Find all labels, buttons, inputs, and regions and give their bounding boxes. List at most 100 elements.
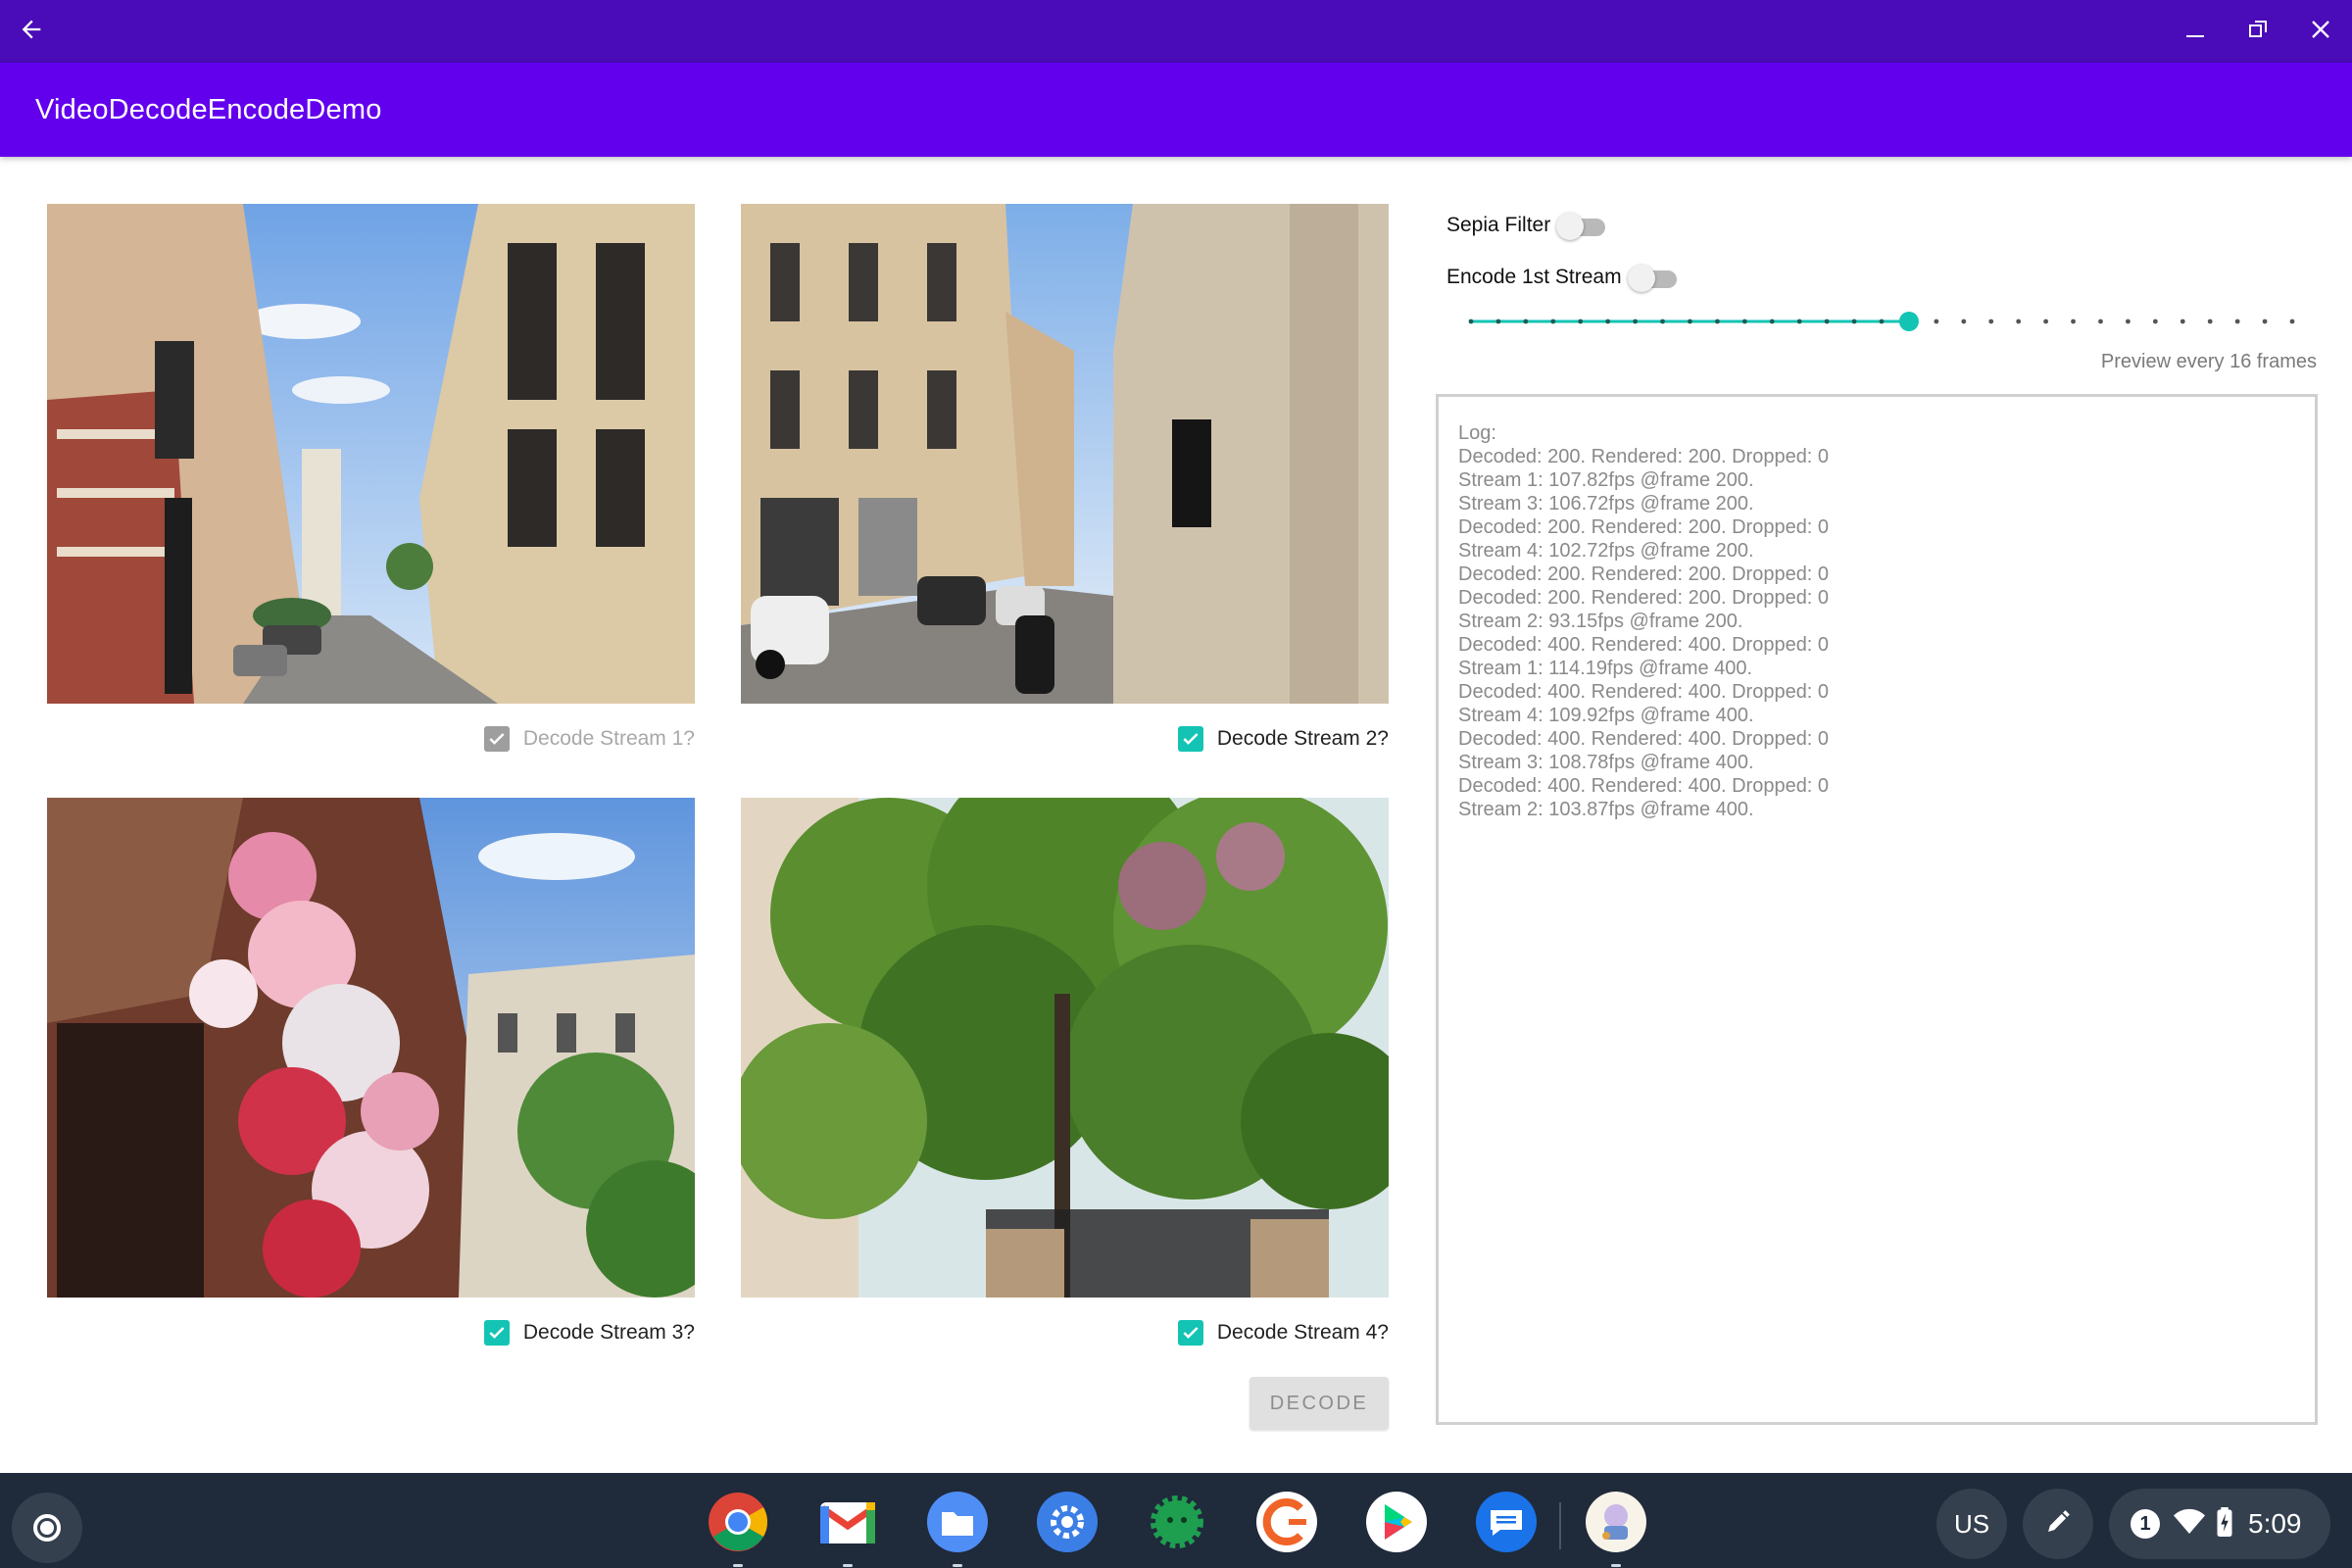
slider-tick <box>2289 318 2295 324</box>
notification-count-icon: 1 <box>2131 1509 2160 1539</box>
slider-tick <box>2234 318 2240 324</box>
slider-tick <box>2180 318 2185 324</box>
slider-tick <box>1796 318 1802 324</box>
log-line: Decoded: 200. Rendered: 200. Dropped: 0 <box>1458 587 1830 609</box>
slider-tick <box>1688 318 1692 324</box>
close-icon <box>2309 18 2332 46</box>
files-app[interactable] <box>924 1491 991 1567</box>
back-button[interactable] <box>0 0 63 63</box>
status-area-button[interactable]: 1 5:09 <box>2109 1489 2330 1559</box>
slider-tick <box>1633 318 1638 324</box>
encode-first-stream-label: Encode 1st Stream <box>1446 266 1622 288</box>
checkbox-checked-icon <box>483 1320 510 1346</box>
slider-tick <box>2152 318 2158 324</box>
switch-thumb <box>1627 265 1655 292</box>
slider-tick <box>1578 318 1584 324</box>
log-line: Decoded: 400. Rendered: 400. Dropped: 0 <box>1458 681 1830 703</box>
log-line: Decoded: 400. Rendered: 400. Dropped: 0 <box>1458 634 1830 656</box>
log-line: Log: <box>1458 422 1496 444</box>
slider-tick <box>1988 318 1994 324</box>
slider-track <box>1468 312 2295 331</box>
app-title: VideoDecodeEncodeDemo <box>35 94 382 125</box>
feedback-app[interactable] <box>1253 1491 1320 1557</box>
stylus-pen-icon <box>2043 1507 2073 1542</box>
slider-tick <box>2098 318 2103 324</box>
minimize-icon <box>2183 18 2207 46</box>
log-line: Stream 2: 93.15fps @frame 200. <box>1458 611 1743 632</box>
restore-button[interactable] <box>2227 0 2289 63</box>
ime-label: US <box>1953 1508 1990 1539</box>
android-app[interactable] <box>1144 1491 1210 1557</box>
running-indicator <box>953 1564 962 1567</box>
clock-time: 5:09 <box>2248 1508 2302 1539</box>
slider-tick <box>2126 318 2131 324</box>
chrome-app[interactable] <box>705 1491 771 1567</box>
gmail-icon <box>816 1491 879 1558</box>
messages-app[interactable] <box>1473 1491 1540 1557</box>
close-button[interactable] <box>2289 0 2352 63</box>
log-line: Stream 2: 103.87fps @frame 400. <box>1458 799 1754 820</box>
video-demo-app[interactable] <box>1583 1491 1649 1567</box>
launcher-button[interactable] <box>12 1493 82 1563</box>
log-panel: Log: Decoded: 200. Rendered: 200. Dropped… <box>1436 394 2318 1425</box>
video-surface-3 <box>47 798 695 1298</box>
log-line: Decoded: 400. Rendered: 400. Dropped: 0 <box>1458 728 1830 750</box>
android-app-icon <box>1146 1491 1208 1558</box>
gmail-app[interactable] <box>814 1491 881 1567</box>
slider-tick <box>1934 318 1939 324</box>
slider-tick <box>1660 318 1665 324</box>
video-surface-1 <box>47 204 695 704</box>
play-store-icon <box>1365 1491 1428 1558</box>
slider-tick <box>1468 318 1474 324</box>
encode-first-stream-switch[interactable] <box>1627 263 1679 292</box>
decode-stream-2-label: Decode Stream 2? <box>1216 727 1389 750</box>
decode-stream-4-checkbox[interactable]: Decode Stream 4? <box>1163 1315 1389 1350</box>
decode-stream-2-checkbox[interactable]: Decode Stream 2? <box>1163 721 1389 757</box>
running-indicator <box>1611 1564 1621 1567</box>
settings-icon <box>1036 1491 1099 1558</box>
slider-tick <box>1851 318 1857 324</box>
slider-tick <box>1715 318 1720 324</box>
log-line: Stream 1: 107.82fps @frame 200. <box>1458 469 1754 491</box>
settings-app[interactable] <box>1034 1491 1101 1557</box>
log-line: Stream 4: 109.92fps @frame 400. <box>1458 705 1754 726</box>
slider-tick <box>2207 318 2213 324</box>
sepia-filter-label: Sepia Filter <box>1446 214 1551 236</box>
slider-tick <box>1523 318 1529 324</box>
preview-interval-text: Preview every 16 frames <box>2100 351 2317 372</box>
log-line: Stream 1: 114.19fps @frame 400. <box>1458 658 1753 679</box>
slider-tick <box>1769 318 1775 324</box>
checkbox-checked-icon <box>1177 726 1203 752</box>
log-line: Decoded: 200. Rendered: 200. Dropped: 0 <box>1458 564 1830 585</box>
play-store-app[interactable] <box>1363 1491 1430 1557</box>
system-shelf: US 1 5:09 <box>0 1473 2352 1568</box>
minimize-button[interactable] <box>2164 0 2227 63</box>
decode-stream-3-checkbox[interactable]: Decode Stream 3? <box>470 1315 695 1350</box>
preview-interval-slider[interactable] <box>1467 304 2296 339</box>
decode-stream-1-label: Decode Stream 1? <box>522 727 695 750</box>
slider-tick <box>1741 318 1747 324</box>
sepia-filter-switch[interactable] <box>1556 211 1607 240</box>
stylus-tools-button[interactable] <box>2023 1489 2093 1559</box>
running-indicator <box>733 1564 743 1567</box>
slider-tick <box>1824 318 1830 324</box>
chrome-icon <box>707 1491 769 1558</box>
slider-tick <box>2016 318 2022 324</box>
checkbox-checked-icon <box>1177 1320 1203 1346</box>
log-line: Decoded: 200. Rendered: 200. Dropped: 0 <box>1458 446 1830 467</box>
messages-icon <box>1475 1491 1538 1558</box>
app-bar: VideoDecodeEncodeDemo <box>0 63 2352 157</box>
video-demo-app-icon <box>1585 1491 1647 1558</box>
decode-stream-1-checkbox[interactable]: Decode Stream 1? <box>470 721 695 757</box>
log-line: Decoded: 200. Rendered: 200. Dropped: 0 <box>1458 516 1830 538</box>
decode-button[interactable]: DECODE <box>1250 1377 1389 1430</box>
slider-tick <box>1605 318 1611 324</box>
checkbox-checked-icon <box>483 726 510 752</box>
shelf-divider <box>1559 1502 1561 1549</box>
log-line: Stream 4: 102.72fps @frame 200. <box>1458 540 1754 562</box>
files-icon <box>926 1491 989 1558</box>
ime-menu-button[interactable]: US <box>1936 1489 2007 1559</box>
video-surface-2 <box>741 204 1389 704</box>
slider-thumb[interactable] <box>1898 312 1919 331</box>
feedback-app-icon <box>1255 1491 1318 1558</box>
